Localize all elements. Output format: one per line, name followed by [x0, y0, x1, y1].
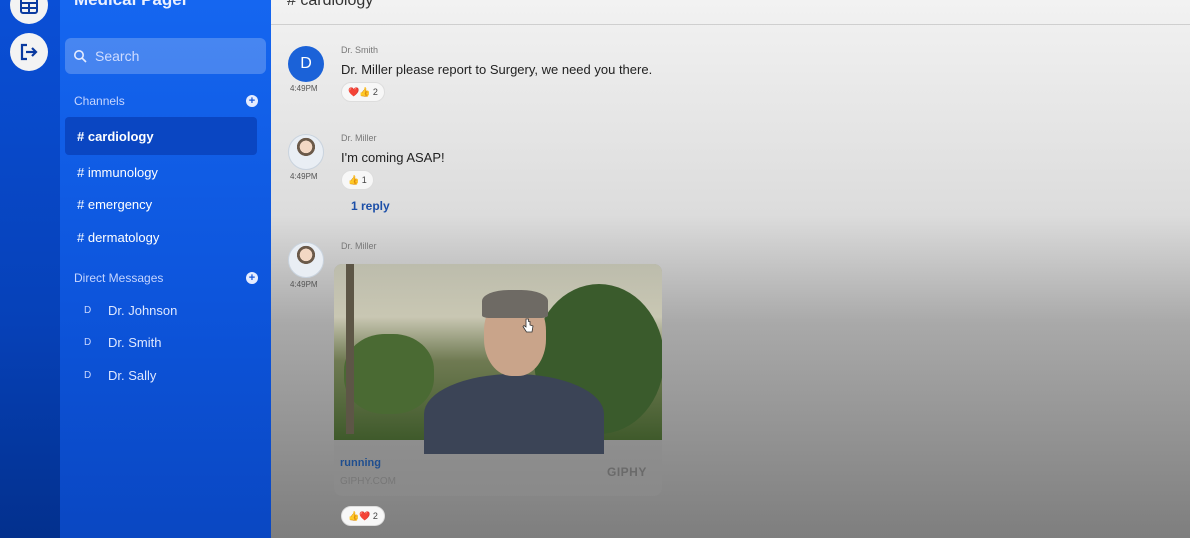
logout-icon[interactable] [10, 33, 48, 71]
dm-item-dr-smith[interactable]: D Dr. Smith [84, 335, 161, 350]
search-icon [74, 50, 87, 63]
dm-item-dr-sally[interactable]: D Dr. Sally [84, 368, 156, 383]
channel-item-immunology[interactable]: # immunology [77, 165, 158, 180]
reaction-badge[interactable]: 👍 1 [341, 170, 374, 190]
giphy-logo: GIPHY [607, 465, 647, 479]
dm-avatar-initial: D [84, 370, 92, 381]
app-title: Medical Pager [74, 0, 188, 10]
message-author[interactable]: Dr. Smith [341, 45, 378, 55]
apps-grid-icon[interactable] [10, 0, 48, 24]
avatar[interactable]: D [288, 46, 324, 82]
message-text: Dr. Miller please report to Surgery, we … [341, 62, 653, 77]
reaction-badge[interactable]: 👍❤️ 2 [341, 506, 385, 526]
dm-avatar-initial: D [84, 305, 92, 316]
dm-avatar-initial: D [84, 337, 92, 348]
sidebar: Medical Pager Channels + # cardiology # … [60, 0, 271, 538]
gif-attachment-card[interactable]: running GIPHY.COM GIPHY [334, 264, 662, 496]
gif-domain: GIPHY.COM [340, 476, 396, 487]
reaction-badge[interactable]: ❤️👍 2 [341, 82, 385, 102]
message-author[interactable]: Dr. Miller [341, 133, 377, 143]
channel-item-cardiology[interactable]: # cardiology [65, 117, 257, 155]
search-input[interactable] [95, 48, 255, 64]
add-channel-plus-icon[interactable]: + [246, 95, 258, 107]
cursor-hand-icon [522, 318, 534, 333]
gif-caption-link[interactable]: running [340, 457, 381, 469]
gif-image[interactable] [334, 264, 662, 454]
channel-item-dermatology[interactable]: # dermatology [77, 230, 159, 245]
avatar[interactable] [288, 242, 324, 278]
avatar[interactable] [288, 134, 324, 170]
message-timestamp: 4:49PM [290, 280, 318, 289]
channel-item-emergency[interactable]: # emergency [77, 197, 152, 212]
channels-header: Channels + [74, 94, 258, 108]
direct-messages-label: Direct Messages [74, 271, 164, 285]
thread-reply-link[interactable]: 1 reply [351, 199, 390, 213]
direct-messages-header: Direct Messages + [74, 271, 258, 285]
dm-name: Dr. Johnson [108, 303, 178, 318]
message-author[interactable]: Dr. Miller [341, 241, 377, 251]
chat-main: # cardiology D 4:49PM Dr. Smith Dr. Mill… [271, 0, 1190, 538]
app-rail [0, 0, 60, 538]
dm-name: Dr. Sally [108, 368, 157, 383]
message-timestamp: 4:49PM [290, 172, 318, 181]
channel-title: # cardiology [287, 0, 374, 9]
message-text: I'm coming ASAP! [341, 150, 445, 165]
dm-name: Dr. Smith [108, 335, 162, 350]
message-timestamp: 4:49PM [290, 84, 318, 93]
channel-header: # cardiology [271, 0, 1190, 25]
search-box[interactable] [65, 38, 266, 74]
dm-item-dr-johnson[interactable]: D Dr. Johnson [84, 303, 177, 318]
channels-label: Channels [74, 94, 125, 108]
add-dm-plus-icon[interactable]: + [246, 272, 258, 284]
